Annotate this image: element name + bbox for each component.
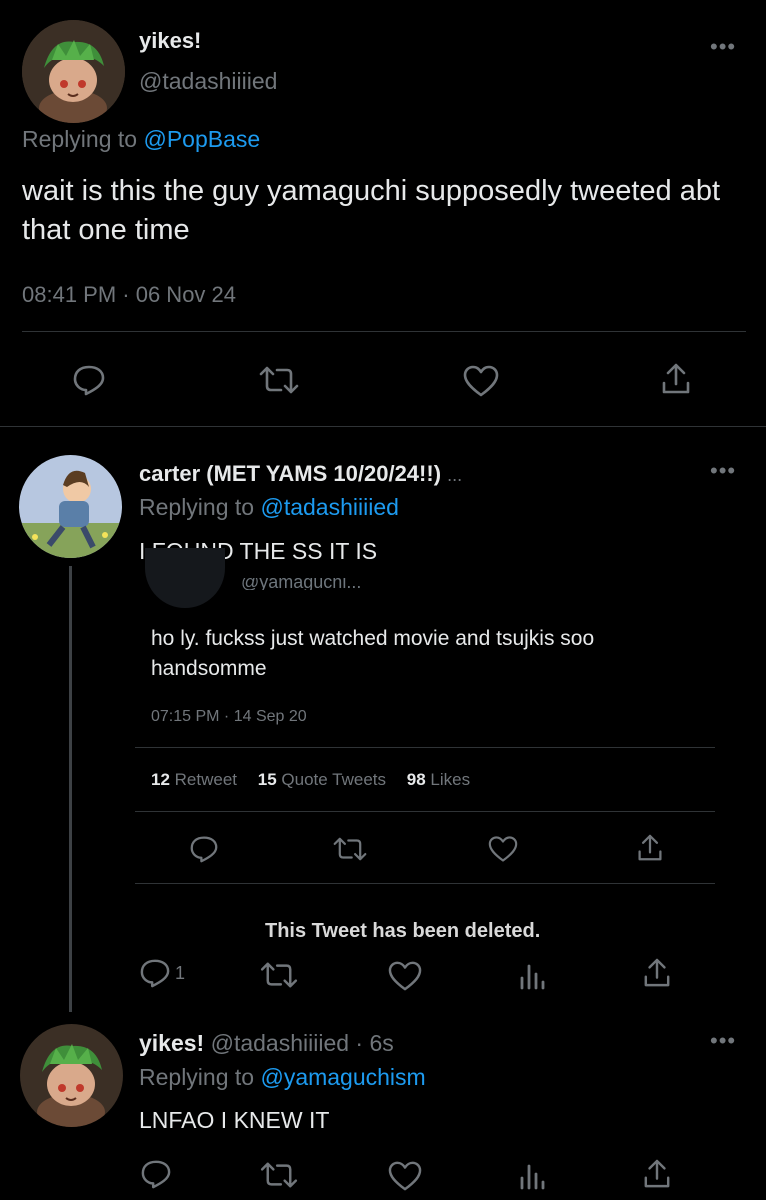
- like-icon[interactable]: [462, 364, 500, 398]
- retweet-icon[interactable]: [260, 960, 298, 990]
- tweet-timestamp[interactable]: 08:41 PM · 06 Nov 24: [22, 282, 236, 308]
- reply-icon[interactable]: [72, 364, 106, 396]
- like-count: 98: [406, 770, 426, 789]
- replying-prefix: Replying to: [22, 126, 138, 152]
- reply-icon[interactable]: [140, 1159, 172, 1189]
- thread-line: [69, 566, 72, 1012]
- analytics-icon[interactable]: [518, 1160, 546, 1190]
- tweet-text: LNFAO I KNEW IT: [139, 1107, 330, 1133]
- retweet-icon[interactable]: [259, 364, 299, 396]
- replying-to: Replying to @tadashiiiied: [139, 494, 399, 521]
- analytics-icon[interactable]: [518, 960, 546, 990]
- tweet-text: wait is this the guy yamaguchi supposedl…: [22, 175, 721, 246]
- like-icon[interactable]: [387, 960, 423, 992]
- avatar[interactable]: [20, 1024, 123, 1127]
- more-icon[interactable]: •••: [710, 460, 736, 482]
- screenshot-stats: 12 Retweet 15 Quote Tweets 98 Likes: [151, 770, 470, 790]
- reply-icon[interactable]: [139, 958, 171, 988]
- user-handle[interactable]: @tadashiiiied: [139, 68, 277, 95]
- avatar[interactable]: [19, 455, 122, 558]
- display-name-row: yikes! @tadashiiiied · 6s: [139, 1030, 394, 1057]
- screenshot-divider: [135, 811, 715, 812]
- avatar[interactable]: [22, 20, 125, 123]
- replying-to: Replying to @yamaguchism: [139, 1064, 426, 1091]
- mention-link[interactable]: @yamaguchism: [260, 1064, 425, 1090]
- reply-count: 1: [175, 962, 186, 983]
- display-name[interactable]: yikes!: [139, 1030, 204, 1056]
- more-icon[interactable]: •••: [710, 1030, 736, 1052]
- retweet-icon[interactable]: [260, 1160, 298, 1190]
- replying-prefix: Replying to: [139, 1064, 255, 1090]
- like-icon: [487, 835, 519, 863]
- screenshot-divider: [135, 883, 715, 884]
- share-icon[interactable]: [661, 362, 691, 396]
- mention-link[interactable]: @PopBase: [143, 126, 260, 152]
- retweet-label: Retweet: [174, 770, 238, 789]
- replying-prefix: Replying to: [139, 494, 255, 520]
- retweet-count: 12: [151, 770, 170, 789]
- replying-to: Replying to @PopBase: [22, 126, 260, 153]
- quote-count: 15: [257, 770, 277, 789]
- screenshot-text: ho ly. fuckss just watched movie and tsu…: [151, 627, 595, 680]
- share-icon: [637, 833, 663, 863]
- reply-icon: [189, 835, 219, 863]
- display-name-row: carter (MET YAMS 10/20/24!!) ...: [139, 461, 462, 487]
- share-icon[interactable]: [643, 957, 671, 989]
- screenshot-cut-handle: @yamaguchi...: [241, 578, 362, 590]
- display-name[interactable]: carter (MET YAMS 10/20/24!!): [139, 461, 441, 486]
- display-name[interactable]: yikes!: [139, 28, 201, 54]
- screenshot-divider: [135, 747, 715, 748]
- section-separator: [0, 426, 766, 427]
- attached-screenshot[interactable]: @yamaguchi... ho ly. fuckss just watched…: [135, 548, 715, 998]
- mention-link[interactable]: @tadashiiiied: [260, 494, 398, 520]
- handle-and-time[interactable]: @tadashiiiied · 6s: [211, 1030, 394, 1056]
- like-icon[interactable]: [387, 1160, 423, 1192]
- deleted-notice: This Tweet has been deleted.: [265, 920, 541, 942]
- reply-button[interactable]: 1: [139, 958, 185, 988]
- name-ellipsis: ...: [447, 465, 463, 485]
- retweet-icon: [333, 835, 367, 863]
- like-label: Likes: [430, 770, 471, 789]
- screenshot-timestamp: 07:15 PM · 14 Sep 20: [151, 708, 307, 725]
- quote-label: Quote Tweets: [281, 770, 387, 789]
- share-icon[interactable]: [643, 1158, 671, 1190]
- divider: [22, 331, 746, 332]
- more-icon[interactable]: •••: [710, 36, 736, 58]
- screenshot-avatar: [145, 548, 225, 608]
